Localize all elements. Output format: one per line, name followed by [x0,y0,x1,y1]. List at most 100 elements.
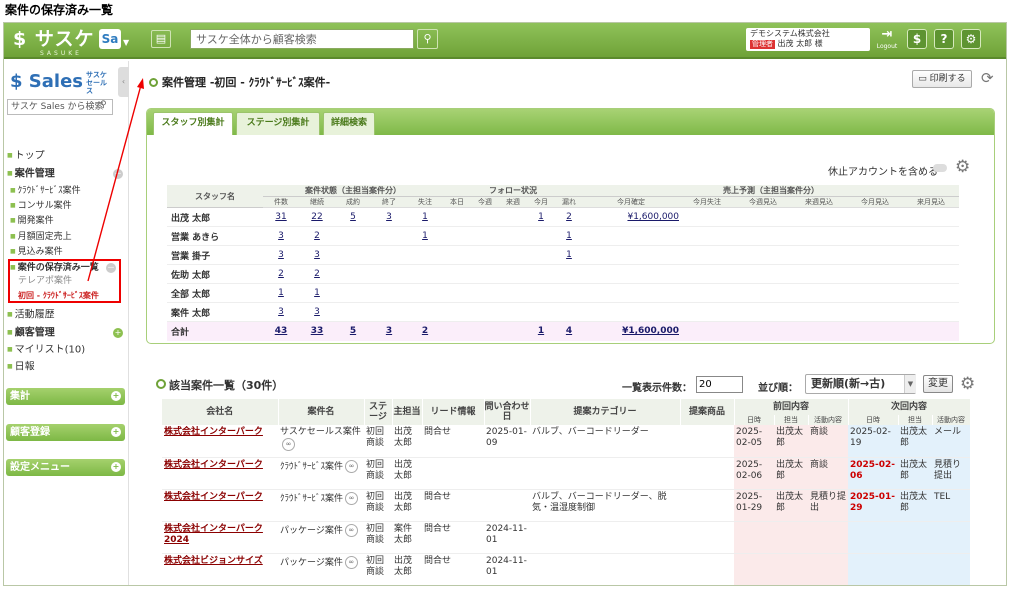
gear-icon[interactable]: ⚙ [960,374,975,394]
cell-company[interactable]: 株式会社インターパーク [162,457,278,490]
chevron-down-icon[interactable]: ▼ [904,375,916,393]
table-cell [443,321,471,341]
count-link[interactable]: 3 [314,307,320,317]
table-cell [903,207,959,227]
sidebar-item-customer-management[interactable]: 顧客管理 [7,326,55,340]
sidebar-item-top[interactable]: トップ [7,149,45,163]
sidebar-item-consulting[interactable]: コンサル案件 [10,199,72,213]
link-icon[interactable]: ∞ [345,459,359,473]
count-link[interactable]: 5 [350,212,356,222]
count-link[interactable]: 1 [566,231,572,241]
link-icon[interactable]: ∞ [282,438,295,451]
cell-prev-date: 2025-02-05 [734,425,774,458]
table-cell: 3 [299,245,335,265]
count-link[interactable]: 1 [538,212,544,222]
count-link[interactable]: 33 [311,326,324,336]
table-cell: 1 [407,226,443,246]
count-link[interactable]: 3 [278,231,284,241]
sidebar-item-monthly-sales[interactable]: 月額固定売上 [10,230,72,244]
sidebar-item-development[interactable]: 開発案件 [10,214,54,228]
sidebar-item-prospects[interactable]: 見込み案件 [10,245,63,259]
cell-company[interactable]: AAA株式会社 [162,585,278,586]
count-link[interactable]: 1 [278,288,284,298]
chevron-down-icon[interactable]: ▼ [123,38,129,47]
sidebar-item-activity-history[interactable]: 活動履歴 [7,308,55,322]
count-link[interactable]: 22 [311,212,322,222]
section-aggregate[interactable]: 集計 + [6,388,125,405]
table-cell: 2 [299,264,335,284]
count-link[interactable]: 3 [386,326,392,336]
include-stopped-toggle[interactable] [933,164,947,172]
count-link[interactable]: 3 [314,250,320,260]
sub-header: 来月見込 [903,196,959,208]
refresh-icon[interactable]: ⟳ [981,69,994,87]
column-header: 会社名 [162,399,279,425]
tab-detail-search[interactable]: 詳細検索 [323,112,375,135]
cell-company[interactable]: 株式会社ビジョンサイズ [162,553,278,585]
logo-subtext: SASUKE [40,50,82,57]
section-settings-menu[interactable]: 設定メニュー + [6,459,125,476]
count-link[interactable]: 3 [278,250,284,260]
link-icon[interactable]: ∞ [345,491,359,505]
count-link[interactable]: 2 [314,231,320,241]
include-stopped-label: 休止アカウントを含める [828,167,938,178]
cell-company[interactable]: 株式会社インターパーク [162,425,278,458]
sidebar-search-input[interactable] [7,99,113,115]
page-caption: 案件の保存済み一覧 [5,3,114,17]
change-sort-button[interactable]: 変更 [923,375,953,393]
sasuke-menu-icon[interactable]: $ [907,29,927,49]
chat-icon[interactable]: ▤ [151,30,171,48]
sidebar-item-daily-report[interactable]: 日報 [7,360,35,374]
count-link[interactable]: 2 [278,269,284,279]
global-search-input[interactable] [190,29,414,49]
sidebar-item-mylist[interactable]: マイリスト(10) [7,343,86,357]
sub-header: 今月失注 [679,196,735,208]
cell-company[interactable]: 株式会社インターパーク2024 [162,521,278,554]
count-link[interactable]: 5 [350,326,356,336]
case-list-title: 該当案件一覧（30件） [169,379,284,392]
tab-staff-summary[interactable]: スタッフ別集計 [153,112,233,135]
count-link[interactable]: 1 [538,326,544,336]
search-icon[interactable]: ⚲ [417,29,438,49]
count-link[interactable]: 43 [275,326,288,336]
count-link[interactable]: 1 [314,288,320,298]
count-link[interactable]: 3 [278,307,284,317]
column-header: リード情報 [422,399,485,425]
count-link[interactable]: 4 [566,326,572,336]
table-row: AAA株式会社ハウジング∞初回商談案件太郎問合せ2025-01-06電気制御部品 [162,585,970,586]
count-link[interactable]: ¥1,600,000 [627,212,679,222]
sort-select[interactable]: 更新順(新→古) [805,374,916,394]
count-link[interactable]: 2 [422,326,428,336]
table-cell [791,321,847,341]
count-link[interactable]: 2 [314,269,320,279]
count-link[interactable]: 3 [386,212,392,222]
count-link[interactable]: 1 [422,231,428,241]
app-switch-button[interactable]: Sa [99,29,121,49]
collapse-icon[interactable]: － [113,169,123,179]
table-cell [499,226,527,246]
cell-company[interactable]: 株式会社インターパーク [162,489,278,522]
sidebar-item-case-management[interactable]: 案件管理 [7,167,55,181]
app-logo[interactable]: $ サスケ [13,28,94,50]
cell-next-act [932,553,970,585]
count-link[interactable]: ¥1,600,000 [622,326,679,336]
sidebar-item-cloud-cases[interactable]: ｸﾗｳﾄﾞｻｰﾋﾞｽ案件 [10,184,81,198]
gear-icon[interactable]: ⚙ [955,157,970,177]
count-link[interactable]: 1 [422,212,428,222]
count-link[interactable]: 2 [566,212,572,222]
print-button[interactable]: ▭ 印刷する [912,70,972,88]
per-page-input[interactable] [696,376,743,393]
count-link[interactable]: 31 [275,212,286,222]
expand-icon[interactable]: + [113,328,123,338]
sidebar-collapse-handle[interactable]: ‹ [118,67,129,97]
tab-stage-summary[interactable]: ステージ別集計 [236,112,320,135]
settings-gear-icon[interactable]: ⚙ [961,29,981,49]
section-customer-registration[interactable]: 顧客登録 + [6,424,125,441]
table-row: 株式会社インターパーク ｸﾗｳﾄﾞｻｰﾋﾞｽ案件 ∞ 初回商談 出茂太郎 2025-02-… [162,457,970,490]
link-icon[interactable]: ∞ [344,555,358,569]
count-link[interactable]: 1 [566,250,572,260]
help-icon[interactable]: ? [934,29,954,49]
search-icon[interactable]: ⚲ [100,100,107,110]
logout-button[interactable]: ⇥ Logout [876,27,898,53]
link-icon[interactable]: ∞ [344,523,358,537]
